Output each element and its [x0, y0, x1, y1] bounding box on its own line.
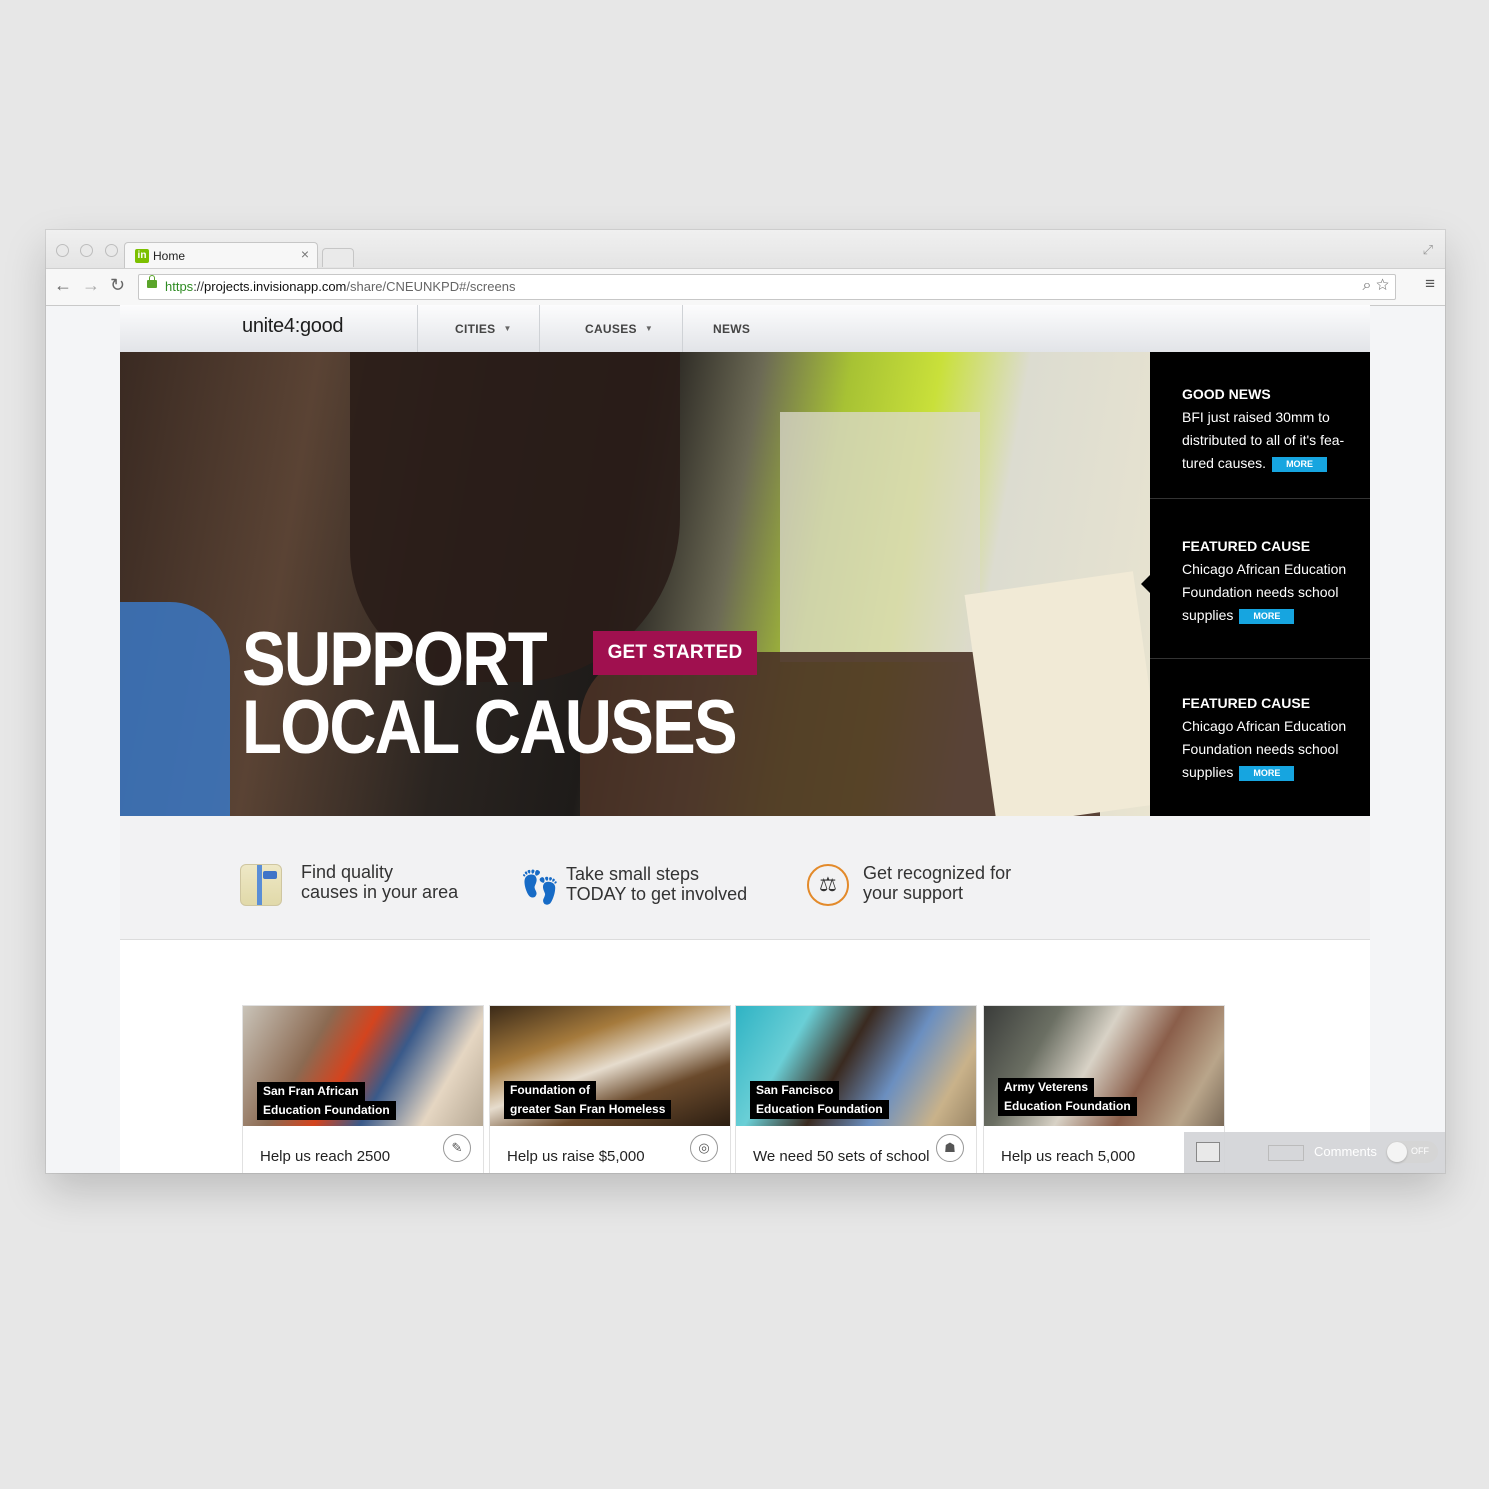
nav-divider: [417, 305, 418, 352]
comments-toggle[interactable]: OFF: [1386, 1141, 1438, 1163]
tab-bar: in Home × ⤢: [46, 230, 1445, 269]
cause-card-label: San Fancisco Education Foundation: [750, 1081, 889, 1119]
map-icon: [240, 864, 282, 906]
comments-label: Comments: [1314, 1144, 1377, 1159]
window-controls: [56, 244, 125, 262]
zoom-window-button[interactable]: [104, 244, 118, 257]
news-body: Chicago African Education Foundation nee…: [1182, 718, 1347, 781]
cause-card-label: San Fran African Education Foundation: [257, 1082, 396, 1120]
address-bar[interactable]: https://projects.invisionapp.com/share/C…: [138, 274, 1396, 300]
news-item: GOOD NEWS BFI just raised 30mm to distri…: [1150, 352, 1370, 499]
browser-toolbar: ← → ↻ https://projects.invisionapp.com/s…: [46, 268, 1445, 306]
screens-icon[interactable]: [1196, 1142, 1220, 1162]
cause-cards: San Fran African Education Foundation Hel…: [242, 1005, 1225, 1173]
site-page: unite4:good CITIES ▼ CAUSES ▼ NEWS SUPPORT…: [120, 305, 1370, 1173]
news-sidebar: GOOD NEWS BFI just raised 30mm to distri…: [1141, 352, 1370, 816]
more-button[interactable]: MORE: [1239, 766, 1295, 781]
close-tab-icon[interactable]: ×: [301, 246, 309, 262]
cause-card-text: Help us reach 5,000: [1001, 1148, 1136, 1165]
invision-favicon-icon: in: [135, 249, 149, 263]
reload-icon[interactable]: ↻: [110, 275, 125, 296]
feature-text: Get recognized for your support: [863, 863, 1012, 903]
cause-card[interactable]: San Fran African Education Foundation Hel…: [242, 1005, 484, 1173]
lock-icon: [147, 275, 157, 288]
news-item: FEATURED CAUSE Chicago African Education…: [1150, 659, 1370, 816]
active-pointer-icon: [1141, 575, 1150, 593]
fullscreen-icon[interactable]: ⤢: [1423, 242, 1433, 258]
cause-card-text: Help us raise $5,000: [507, 1148, 645, 1165]
cause-card-label: Foundation of greater San Fran Homeless: [504, 1081, 672, 1119]
caret-down-icon: ▼: [644, 324, 654, 333]
cause-card-image: Foundation of greater San Fran Homeless: [490, 1006, 730, 1126]
site-logo[interactable]: unite4:good: [242, 315, 344, 338]
nav-causes[interactable]: CAUSES ▼: [585, 322, 653, 336]
hat-icon[interactable]: ☗: [936, 1134, 964, 1162]
cause-card[interactable]: Foundation of greater San Fran Homeless H…: [489, 1005, 731, 1173]
cause-card-image: Army Veterens Education Foundation: [984, 1006, 1224, 1126]
comments-widget: Comments OFF: [1184, 1132, 1445, 1173]
news-heading: GOOD NEWS: [1182, 386, 1271, 402]
news-body: Chicago African Education Foundation nee…: [1182, 561, 1347, 624]
nav-news[interactable]: NEWS: [713, 322, 750, 336]
close-window-button[interactable]: [56, 244, 69, 257]
comment-count-box: [1268, 1145, 1304, 1161]
forward-arrow-icon[interactable]: →: [82, 275, 100, 296]
url-text: https://projects.invisionapp.com/share/C…: [165, 279, 516, 294]
feature-text: Take small steps TODAY to get involved: [566, 864, 748, 904]
browser-menu-icon[interactable]: ≡: [1425, 274, 1435, 294]
browser-tab[interactable]: in Home ×: [124, 242, 318, 269]
features-strip: Find quality causes in your area 👣 Take s…: [120, 816, 1370, 940]
nav-divider: [539, 305, 540, 352]
camera-icon[interactable]: ◎: [690, 1134, 718, 1162]
caret-down-icon: ▼: [503, 324, 512, 333]
more-button[interactable]: MORE: [1272, 457, 1328, 472]
search-icon[interactable]: ⌕: [1363, 277, 1372, 294]
cause-card-image: San Fran African Education Foundation: [243, 1006, 483, 1126]
pin-icon[interactable]: ✎: [443, 1134, 471, 1162]
back-arrow-icon[interactable]: ←: [54, 275, 72, 296]
cause-card-text: We need 50 sets of school: [753, 1148, 930, 1165]
cause-card-image: San Fancisco Education Foundation: [736, 1006, 976, 1126]
site-navbar: unite4:good CITIES ▼ CAUSES ▼ NEWS: [120, 305, 1370, 353]
star-icon[interactable]: ☆: [1376, 277, 1389, 294]
news-heading: FEATURED CAUSE: [1182, 538, 1311, 554]
news-item: FEATURED CAUSE Chicago African Education…: [1150, 499, 1370, 659]
scale-icon: ⚖: [807, 864, 849, 906]
browser-window: in Home × ⤢ ← → ↻ https://projects.invis…: [46, 230, 1445, 1173]
news-body: BFI just raised 30mm to distributed to a…: [1182, 409, 1345, 472]
more-button[interactable]: MORE: [1239, 609, 1295, 624]
tab-title: Home: [153, 249, 186, 263]
news-heading: FEATURED CAUSE: [1182, 695, 1311, 711]
cause-card-label: Army Veterens Education Foundation: [998, 1078, 1137, 1116]
new-tab-button[interactable]: [322, 248, 354, 267]
feature-text: Find quality causes in your area: [301, 862, 459, 902]
nav-cities[interactable]: CITIES ▼: [455, 322, 512, 336]
hero-image: SUPPORT LOCAL CAUSES GET STARTED: [120, 352, 1150, 816]
minimize-window-button[interactable]: [80, 244, 94, 257]
footsteps-icon: 👣: [520, 869, 560, 905]
cause-card[interactable]: San Fancisco Education Foundation We need…: [735, 1005, 977, 1173]
get-started-button[interactable]: GET STARTED: [593, 631, 757, 675]
cause-card-text: Help us reach 2500: [260, 1148, 391, 1165]
nav-divider: [682, 305, 683, 352]
